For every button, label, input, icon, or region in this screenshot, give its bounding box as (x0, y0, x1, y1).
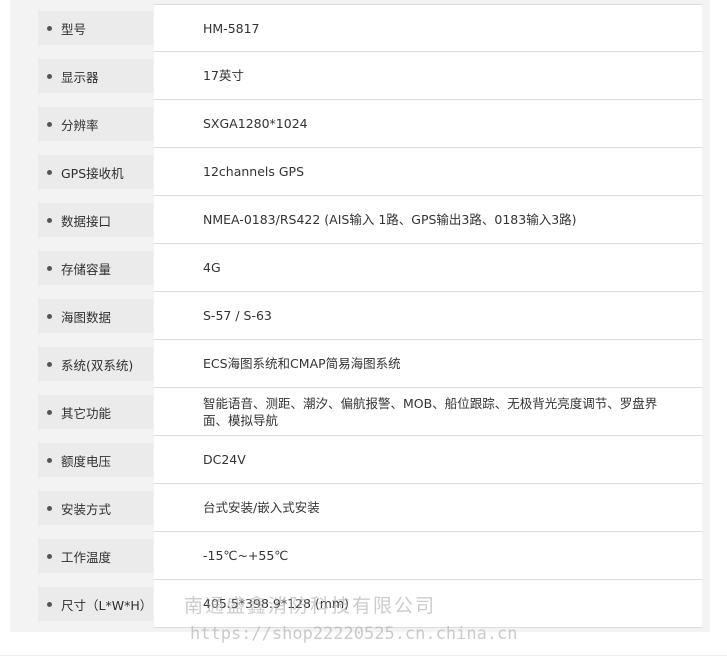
spec-label-cell: 尺寸（L*W*H） (38, 587, 153, 621)
spec-row-other-functions: 其它功能 智能语音、测距、潮汐、偏航报警、MOB、船位跟踪、无极背光亮度调节、罗… (38, 388, 702, 436)
spec-label-cell: 系统(双系统) (38, 347, 153, 381)
spec-value: 4G (154, 244, 702, 292)
spec-table: 型号 HM-5817 显示器 17英寸 分辨率 SXGA1280*1024 GP… (38, 4, 702, 628)
bullet-icon (47, 361, 52, 367)
bullet-icon (47, 265, 52, 271)
spec-row-resolution: 分辨率 SXGA1280*1024 (38, 100, 702, 148)
spec-value: HM-5817 (154, 4, 702, 52)
spec-value: DC24V (154, 436, 702, 484)
spec-label-cell: 工作温度 (38, 539, 153, 573)
bullet-icon (47, 457, 52, 463)
spec-label-cell: 存储容量 (38, 251, 153, 285)
spec-label-cell: 安装方式 (38, 491, 153, 525)
spec-label-cell: 分辨率 (38, 107, 153, 141)
spec-label: 型号 (61, 21, 87, 37)
spec-row-storage: 存储容量 4G (38, 244, 702, 292)
spec-label: 其它功能 (61, 405, 112, 421)
spec-row-chart-data: 海图数据 S-57 / S-63 (38, 292, 702, 340)
spec-row-rated-voltage: 额度电压 DC24V (38, 436, 702, 484)
spec-row-operating-temp: 工作温度 -15℃~+55℃ (38, 532, 702, 580)
spec-label-cell: 其它功能 (38, 395, 153, 429)
spec-label-cell: 海图数据 (38, 299, 153, 333)
spec-label-cell: 型号 (38, 11, 153, 45)
spec-label-cell: GPS接收机 (38, 155, 153, 189)
bullet-icon (47, 313, 52, 319)
bullet-icon (47, 121, 52, 127)
spec-label: 海图数据 (61, 309, 112, 325)
spec-value: 智能语音、测距、潮汐、偏航报警、MOB、船位跟踪、无极背光亮度调节、罗盘界面、模… (154, 388, 702, 436)
spec-value: ECS海图系统和CMAP简易海图系统 (154, 340, 702, 388)
spec-label: 存储容量 (61, 261, 112, 277)
spec-row-system: 系统(双系统) ECS海图系统和CMAP简易海图系统 (38, 340, 702, 388)
spec-label-cell: 额度电压 (38, 443, 153, 477)
watermark-url: https://shop22220525.cn.china.cn (190, 624, 518, 644)
bullet-icon (47, 505, 52, 511)
spec-label-cell: 显示器 (38, 59, 153, 93)
bullet-icon (47, 601, 52, 607)
spec-value: -15℃~+55℃ (154, 532, 702, 580)
spec-label-cell: 数据接口 (38, 203, 153, 237)
spec-value: S-57 / S-63 (154, 292, 702, 340)
spec-row-installation: 安装方式 台式安装/嵌入式安装 (38, 484, 702, 532)
spec-panel: 型号 HM-5817 显示器 17英寸 分辨率 SXGA1280*1024 GP… (10, 0, 710, 632)
spec-label: 工作温度 (61, 549, 112, 565)
spec-value: SXGA1280*1024 (154, 100, 702, 148)
spec-label: 系统(双系统) (61, 357, 134, 373)
spec-row-display: 显示器 17英寸 (38, 52, 702, 100)
spec-value: 17英寸 (154, 52, 702, 100)
spec-row-gps: GPS接收机 12channels GPS (38, 148, 702, 196)
spec-label: 安装方式 (61, 501, 112, 517)
bullet-icon (47, 217, 52, 223)
spec-label: 显示器 (61, 69, 99, 85)
spec-value: NMEA-0183/RS422 (AIS输入 1路、GPS输出3路、0183输入… (154, 196, 702, 244)
bullet-icon (47, 553, 52, 559)
spec-label: 数据接口 (61, 213, 112, 229)
watermark-company: 南通盛鑫消防科技有限公司 (184, 595, 437, 617)
spec-row-model: 型号 HM-5817 (38, 4, 702, 52)
divider (0, 655, 727, 656)
spec-value: 台式安装/嵌入式安装 (154, 484, 702, 532)
spec-value: 12channels GPS (154, 148, 702, 196)
bullet-icon (47, 169, 52, 175)
spec-row-data-interface: 数据接口 NMEA-0183/RS422 (AIS输入 1路、GPS输出3路、0… (38, 196, 702, 244)
spec-label: 分辨率 (61, 117, 99, 133)
spec-label: GPS接收机 (61, 165, 124, 181)
bullet-icon (47, 73, 52, 79)
spec-label: 尺寸（L*W*H） (61, 597, 153, 613)
spec-label: 额度电压 (61, 453, 112, 469)
bullet-icon (47, 409, 52, 415)
bullet-icon (47, 25, 52, 31)
